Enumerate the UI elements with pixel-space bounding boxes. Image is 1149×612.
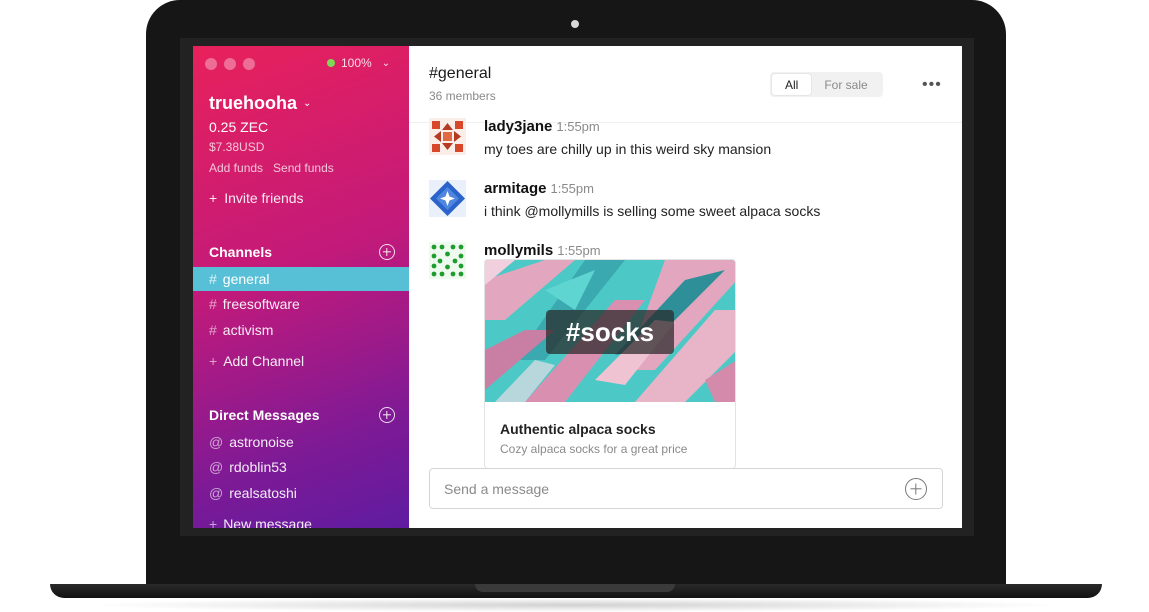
chevron-down-icon: ⌄	[303, 98, 312, 109]
channels-heading: Channels	[209, 244, 395, 260]
balance-usd: $7.38USD	[209, 140, 265, 154]
sidebar-item-astronoise[interactable]: @ astronoise	[193, 430, 409, 454]
at-icon: @	[209, 485, 224, 501]
message-filter: All For sale	[770, 72, 883, 97]
red-geometric-avatar-icon[interactable]	[429, 118, 466, 155]
plus-icon: +	[209, 516, 218, 528]
channel-title: #general	[429, 65, 492, 82]
message-header: armitage 1:55pm	[484, 180, 962, 198]
message-text: i think @mollymills is selling some swee…	[484, 203, 821, 219]
at-icon: @	[209, 459, 224, 475]
add-funds-link[interactable]: Add funds	[209, 161, 263, 175]
dm-label: astronoise	[229, 434, 294, 450]
message-time: 1:55pm	[556, 119, 600, 134]
message-composer	[429, 468, 943, 509]
sidebar-item-activism[interactable]: # activism	[193, 318, 409, 342]
fund-links: Add funds Send funds	[209, 161, 334, 175]
message-body: armitage 1:55pm i think @mollymills is se…	[484, 180, 962, 219]
blue-diamond-avatar-icon[interactable]	[429, 180, 466, 217]
plus-icon: +	[209, 353, 218, 369]
listing-tag: #socks	[546, 310, 674, 354]
at-icon: @	[209, 434, 224, 450]
sidebar-item-realsatoshi[interactable]: @ realsatoshi	[193, 481, 409, 505]
message-header: mollymils 1:55pm	[484, 242, 962, 260]
add-dm-icon[interactable]	[379, 407, 395, 423]
attach-plus-icon[interactable]	[905, 478, 927, 500]
add-channel-button[interactable]: + Add Channel	[193, 349, 409, 373]
filter-all-tab[interactable]: All	[772, 74, 812, 95]
message-body: lady3jane 1:55pm my toes are chilly up in…	[484, 118, 962, 157]
sidebar-item-general[interactable]: # general	[193, 267, 409, 291]
sidebar: 100% ⌄ truehooha ⌄ 0.25 ZEC $7.38USD Add…	[193, 46, 409, 528]
message-body: mollymils 1:55pm	[484, 242, 962, 260]
window-controls	[205, 58, 255, 70]
direct-messages-heading: Direct Messages	[209, 407, 395, 423]
hash-icon: #	[209, 271, 217, 287]
channel-label: activism	[222, 322, 274, 338]
more-options-icon[interactable]: •••	[922, 76, 942, 94]
message-header: lady3jane 1:55pm	[484, 118, 962, 136]
message-time: 1:55pm	[557, 243, 601, 258]
dm-label: realsatoshi	[229, 485, 297, 501]
app-window: 100% ⌄ truehooha ⌄ 0.25 ZEC $7.38USD Add…	[193, 46, 962, 528]
battery-status[interactable]: 100% ⌄	[327, 56, 390, 70]
add-channel-icon[interactable]	[379, 244, 395, 260]
close-window-button[interactable]	[205, 58, 217, 70]
listing-card[interactable]: #socks Authentic alpaca socks Cozy alpac…	[484, 259, 736, 469]
hash-icon: #	[209, 296, 217, 312]
invite-friends-label: Invite friends	[224, 190, 304, 206]
dm-label: rdoblin53	[229, 459, 287, 475]
message-time: 1:55pm	[550, 181, 594, 196]
channels-heading-label: Channels	[209, 244, 273, 260]
send-funds-link[interactable]: Send funds	[273, 161, 334, 175]
message-text: my toes are chilly up in this weird sky …	[484, 141, 772, 157]
battery-percent: 100%	[341, 56, 372, 70]
laptop-notch	[475, 584, 675, 592]
maximize-window-button[interactable]	[243, 58, 255, 70]
message-author[interactable]: armitage	[484, 180, 547, 197]
listing-image: #socks	[485, 260, 735, 402]
listing-title: Authentic alpaca socks	[500, 421, 656, 437]
dm-heading-label: Direct Messages	[209, 407, 320, 423]
invite-friends-button[interactable]: + Invite friends	[209, 190, 304, 206]
balance-zec: 0.25 ZEC	[209, 119, 269, 135]
webcam	[571, 20, 579, 28]
member-count[interactable]: 36 members	[429, 89, 496, 103]
add-channel-label: Add Channel	[223, 353, 305, 369]
filter-for-sale-tab[interactable]: For sale	[811, 74, 880, 95]
chevron-down-icon: ⌄	[381, 57, 391, 69]
minimize-window-button[interactable]	[224, 58, 236, 70]
message-author[interactable]: mollymils	[484, 242, 553, 259]
sidebar-item-freesoftware[interactable]: # freesoftware	[193, 292, 409, 316]
listing-description: Cozy alpaca socks for a great price	[500, 442, 688, 456]
channel-view: #general 36 members All For sale ••• lad…	[409, 46, 962, 528]
plus-icon: +	[209, 190, 218, 206]
channel-label: freesoftware	[222, 296, 300, 312]
channel-label: general	[222, 271, 270, 287]
new-message-label: New message	[223, 516, 312, 528]
status-dot-icon	[327, 59, 335, 67]
new-message-button[interactable]: + New message	[193, 512, 409, 528]
laptop-shadow	[80, 598, 1070, 612]
green-dots-avatar-icon[interactable]	[429, 242, 466, 279]
sidebar-item-rdoblin53[interactable]: @ rdoblin53	[193, 455, 409, 479]
message-input[interactable]	[444, 479, 884, 499]
message-author[interactable]: lady3jane	[484, 118, 552, 135]
hash-icon: #	[209, 322, 217, 338]
wallet-name: truehooha	[209, 93, 297, 113]
wallet-menu[interactable]: truehooha ⌄	[209, 93, 311, 114]
